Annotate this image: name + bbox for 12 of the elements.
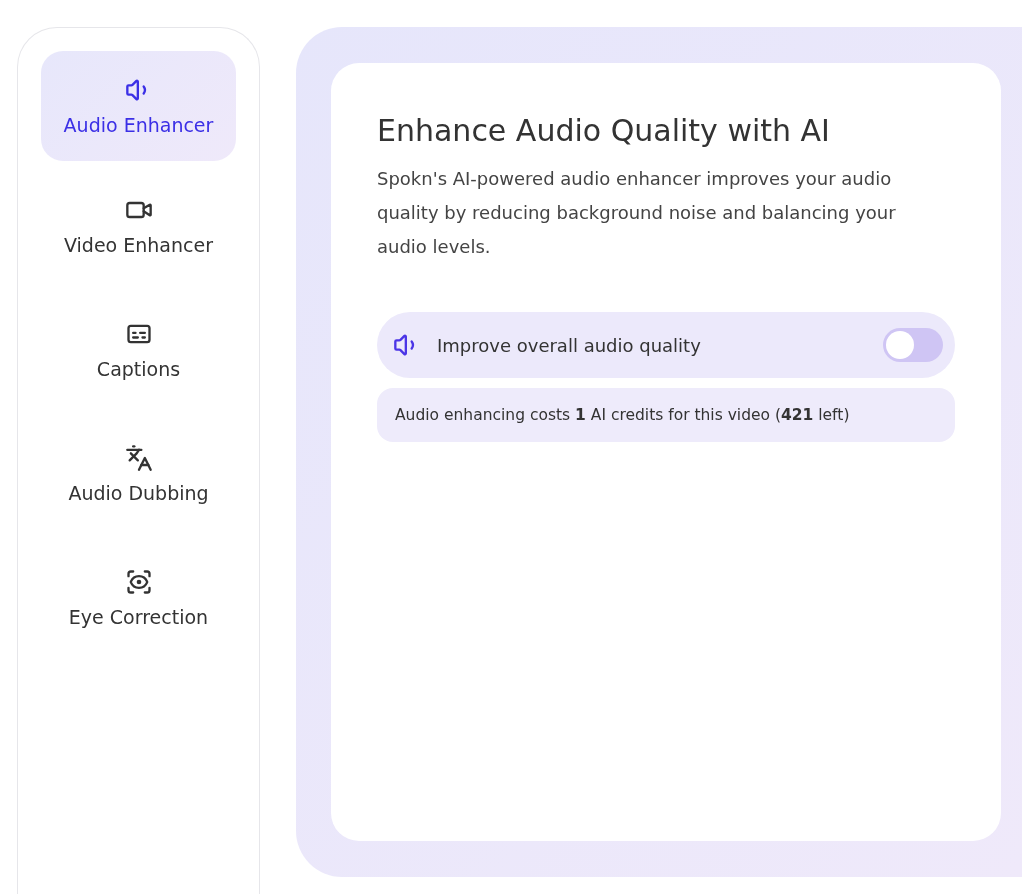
sidebar-item[interactable]: Audio Enhancer	[41, 51, 236, 161]
toggle-switch[interactable]	[883, 328, 943, 362]
panel-description: Spokn's AI-powered audio enhancer improves your audio quality by reducing background noise and balancing your audio levels.	[377, 167, 897, 259]
option-label: Improve overall audio quality	[437, 334, 702, 356]
eye-icon	[124, 568, 153, 596]
sidebar-item[interactable]: Audio Dubbing	[41, 419, 236, 529]
translate-icon	[124, 444, 153, 472]
credits-text: Audio enhancing costs 1 AI credits for this video (421 left)	[395, 406, 850, 424]
panel-title: Enhance Audio Quality with AI	[377, 113, 831, 148]
sidebar-item[interactable]: Eye Correction	[41, 543, 236, 653]
sidebar-item[interactable]: Video Enhancer	[41, 171, 236, 281]
sidebar-item[interactable]: Captions	[41, 295, 236, 405]
